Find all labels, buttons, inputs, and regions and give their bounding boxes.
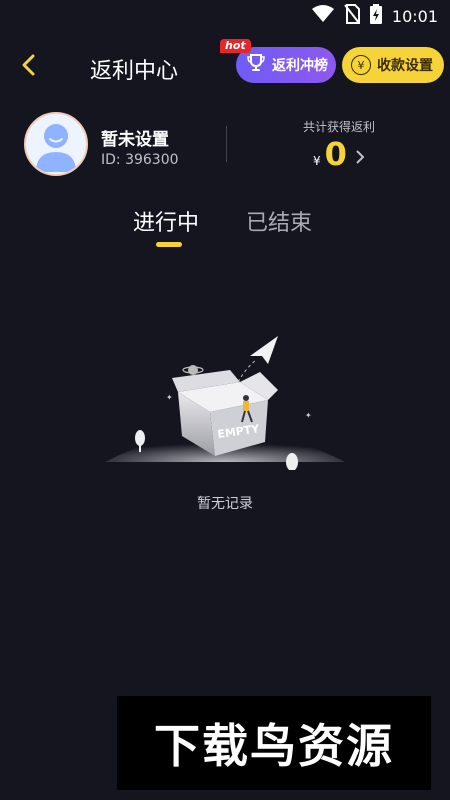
username: 暂未设置 xyxy=(101,130,169,150)
default-avatar-icon xyxy=(36,124,76,172)
planet-icon xyxy=(182,365,204,375)
user-id: ID: 396300 xyxy=(101,152,179,168)
page-title: 返利中心 xyxy=(90,59,179,84)
chevron-left-icon xyxy=(21,54,37,80)
header: 返利中心 返利冲榜 hot ¥ 收款设置 xyxy=(0,39,450,92)
status-icons: 10:01 xyxy=(311,4,438,28)
sparkle-icon: ✦ xyxy=(166,393,173,402)
wifi-icon xyxy=(311,5,334,27)
currency-symbol: ¥ xyxy=(313,154,321,168)
total-rebate-label: 共计获得返利 xyxy=(303,120,376,134)
payout-settings-button[interactable]: ¥ 收款设置 xyxy=(342,47,444,83)
empty-message: 暂无记录 xyxy=(197,496,253,512)
sparkle-icon: ✦ xyxy=(305,411,312,420)
tab-ended[interactable]: 已结束 xyxy=(246,205,312,237)
empty-illustration: EMPTY ✦ ✦ xyxy=(100,330,350,471)
back-button[interactable] xyxy=(12,50,46,84)
rebate-ranking-label: 返利冲榜 xyxy=(272,58,328,74)
yen-coin-icon: ¥ xyxy=(351,55,371,75)
total-rebate-value[interactable]: ¥ 0 xyxy=(313,136,365,172)
watermark-text: 下载鸟资源 xyxy=(154,719,394,773)
no-sim-icon xyxy=(344,4,360,28)
profile-section: 暂未设置 ID: 396300 共计获得返利 ¥ 0 xyxy=(0,108,450,188)
hot-badge: hot xyxy=(220,39,251,53)
rebate-ranking-button[interactable]: 返利冲榜 xyxy=(236,47,336,83)
avatar[interactable] xyxy=(24,112,88,176)
status-tabs: 进行中 已结束 xyxy=(0,200,450,250)
status-time: 10:01 xyxy=(391,6,438,26)
battery-charging-icon xyxy=(369,4,382,28)
watermark: 下载鸟资源 xyxy=(117,696,431,790)
payout-settings-label: 收款设置 xyxy=(377,58,433,74)
status-bar: 10:01 xyxy=(0,0,450,32)
divider xyxy=(226,126,227,162)
tab-in-progress[interactable]: 进行中 xyxy=(133,205,199,237)
tab-indicator xyxy=(156,242,182,247)
total-rebate-amount: 0 xyxy=(324,135,347,173)
trophy-icon xyxy=(246,53,266,77)
chevron-right-icon xyxy=(355,146,365,170)
